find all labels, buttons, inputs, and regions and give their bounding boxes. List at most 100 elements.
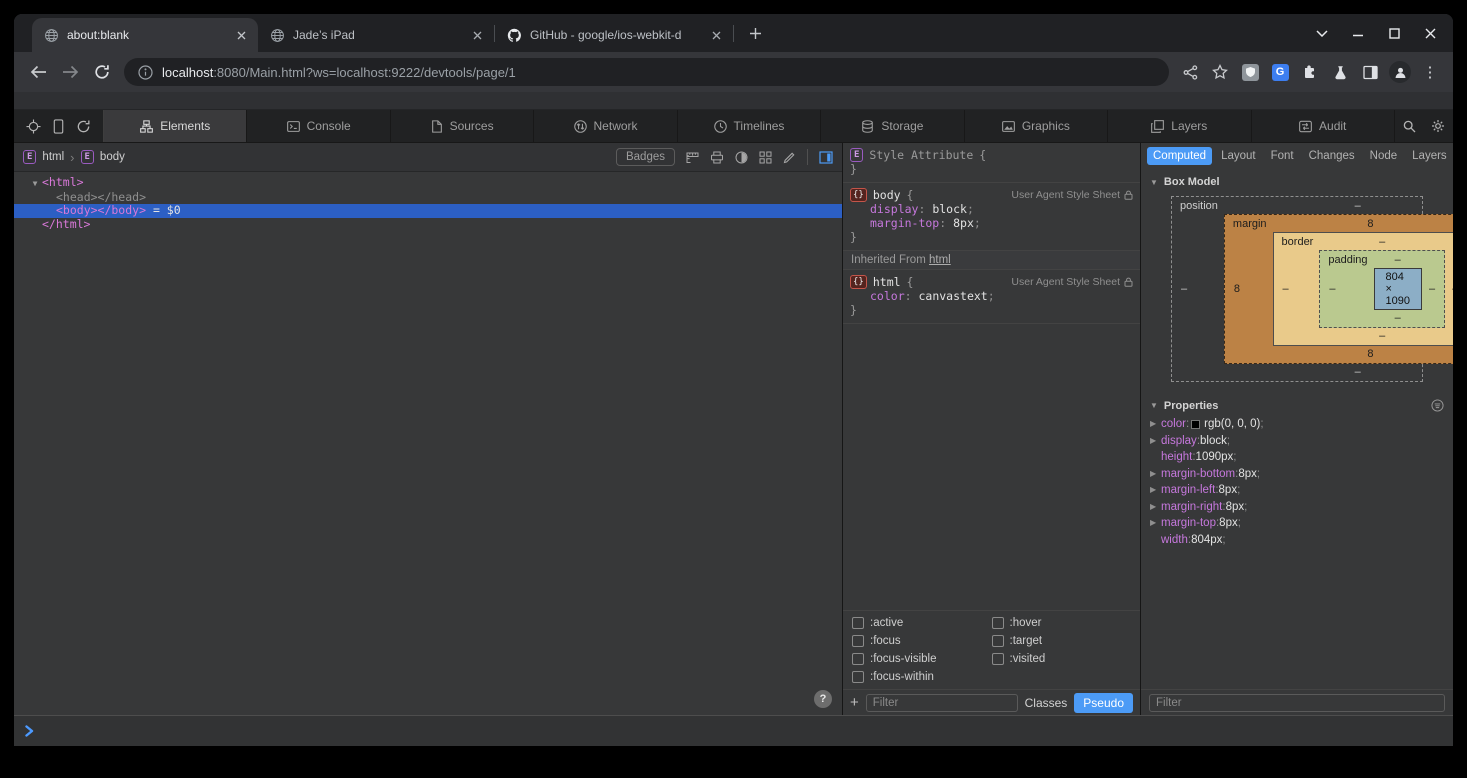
css-property[interactable]: margin-top: 8px;: [850, 216, 1133, 230]
dom-node-body[interactable]: <body></body> = $0: [14, 204, 842, 218]
padding-bottom[interactable]: –: [1374, 310, 1422, 326]
pseudo-focus-within[interactable]: :focus-within: [852, 671, 992, 683]
edit-pen-icon[interactable]: [783, 151, 796, 164]
print-icon[interactable]: [710, 151, 724, 164]
properties-header[interactable]: ▼ Properties: [1141, 392, 1453, 416]
site-info-icon[interactable]: [138, 65, 153, 80]
padding-right[interactable]: –: [1422, 281, 1442, 297]
tab-close-icon[interactable]: [468, 26, 486, 44]
new-tab-button[interactable]: [742, 20, 768, 46]
ruler-icon[interactable]: [686, 151, 699, 164]
inspect-element-icon[interactable]: [26, 119, 41, 134]
inherited-from-link[interactable]: html: [929, 254, 951, 266]
tab-search-chevron-icon[interactable]: [1311, 22, 1333, 44]
browser-tab-github[interactable]: GitHub - google/ios-webkit-d: [495, 18, 733, 52]
collapse-triangle-icon[interactable]: ▼: [28, 177, 42, 191]
pseudo-target[interactable]: :target: [992, 635, 1132, 647]
tab-changes[interactable]: Changes: [1303, 147, 1361, 165]
tab-font[interactable]: Font: [1265, 147, 1300, 165]
computed-filter-input[interactable]: [1149, 694, 1445, 712]
tab-computed[interactable]: Computed: [1147, 147, 1212, 165]
classes-toggle[interactable]: Classes: [1025, 696, 1068, 710]
computed-property[interactable]: ▶display: block;: [1141, 433, 1453, 450]
extension-puzzle-icon[interactable]: [1297, 59, 1323, 85]
grid-overlay-icon[interactable]: [759, 151, 772, 164]
box-model-header[interactable]: ▼ Box Model: [1141, 169, 1453, 192]
filter-options-icon[interactable]: [1431, 399, 1444, 412]
padding-top[interactable]: –: [1374, 252, 1422, 268]
pseudo-active[interactable]: :active: [852, 617, 992, 629]
html-rule[interactable]: {} html { User Agent Style Sheet color: …: [843, 270, 1140, 324]
profile-avatar[interactable]: [1387, 59, 1413, 85]
color-swatch[interactable]: [1191, 420, 1200, 429]
margin-top[interactable]: 8: [1273, 216, 1453, 232]
add-rule-button[interactable]: +: [850, 695, 859, 710]
tab-timelines[interactable]: Timelines: [678, 110, 821, 142]
extension-flask-icon[interactable]: [1327, 59, 1353, 85]
css-property[interactable]: display: block;: [850, 202, 1133, 216]
position-top[interactable]: –: [1224, 198, 1453, 214]
body-rule[interactable]: {} body { User Agent Style Sheet display…: [843, 183, 1140, 251]
pseudo-focus-visible[interactable]: :focus-visible: [852, 653, 992, 665]
border-right[interactable]: –: [1445, 281, 1453, 297]
pseudo-toggle[interactable]: Pseudo: [1074, 693, 1133, 713]
tab-node[interactable]: Node: [1364, 147, 1404, 165]
browser-tab-about-blank[interactable]: about:blank: [32, 18, 258, 52]
tab-audit[interactable]: Audit: [1252, 110, 1395, 142]
styles-filter-input[interactable]: [866, 694, 1018, 712]
computed-property[interactable]: ▶margin-right: 8px;: [1141, 499, 1453, 516]
pseudo-visited[interactable]: :visited: [992, 653, 1132, 665]
breadcrumb-body[interactable]: body: [100, 151, 125, 163]
tab-storage[interactable]: Storage: [821, 110, 964, 142]
browser-tab-jades-ipad[interactable]: Jade’s iPad: [258, 18, 494, 52]
search-icon[interactable]: [1395, 110, 1424, 142]
browser-menu-icon[interactable]: ⋮: [1417, 59, 1443, 85]
tab-layout[interactable]: Layout: [1215, 147, 1262, 165]
border-top[interactable]: –: [1319, 234, 1445, 250]
tab-close-icon[interactable]: [707, 26, 725, 44]
share-icon[interactable]: [1177, 59, 1203, 85]
margin-left[interactable]: 8: [1227, 281, 1273, 297]
position-bottom[interactable]: –: [1224, 364, 1453, 380]
close-icon[interactable]: [1419, 22, 1441, 44]
computed-property[interactable]: ▶margin-left: 8px;: [1141, 482, 1453, 499]
help-button[interactable]: ?: [814, 690, 832, 708]
computed-property[interactable]: width: 804px;: [1141, 532, 1453, 549]
breadcrumb-html[interactable]: html: [42, 151, 64, 163]
reload-page-icon[interactable]: [76, 119, 91, 134]
padding-left[interactable]: –: [1322, 281, 1373, 297]
position-left[interactable]: –: [1174, 281, 1224, 297]
back-icon[interactable]: [24, 58, 52, 86]
computed-property[interactable]: ▶margin-top: 8px;: [1141, 515, 1453, 532]
quick-console[interactable]: [14, 715, 1453, 746]
badges-button[interactable]: Badges: [616, 148, 675, 166]
border-bottom[interactable]: –: [1319, 328, 1445, 344]
style-attribute-rule[interactable]: E Style Attribute { }: [843, 143, 1140, 183]
tab-layers-sidebar[interactable]: Layers: [1406, 147, 1453, 165]
dom-node-html-open[interactable]: ▼<html>: [14, 176, 842, 191]
pseudo-focus[interactable]: :focus: [852, 635, 992, 647]
bookmark-star-icon[interactable]: [1207, 59, 1233, 85]
side-panel-icon[interactable]: [1357, 59, 1383, 85]
minimize-icon[interactable]: [1347, 22, 1369, 44]
device-settings-icon[interactable]: [53, 119, 64, 134]
tab-layers[interactable]: Layers: [1108, 110, 1251, 142]
reload-icon[interactable]: [88, 58, 116, 86]
maximize-icon[interactable]: [1383, 22, 1405, 44]
tab-console[interactable]: Console: [247, 110, 390, 142]
css-property[interactable]: color: canvastext;: [850, 289, 1133, 303]
forward-icon[interactable]: [56, 58, 84, 86]
pseudo-hover[interactable]: :hover: [992, 617, 1132, 629]
box-content-size[interactable]: 804 × 1090: [1374, 268, 1422, 310]
extension-translate-icon[interactable]: G: [1267, 59, 1293, 85]
margin-bottom[interactable]: 8: [1273, 346, 1453, 362]
tab-sources[interactable]: Sources: [391, 110, 534, 142]
computed-property[interactable]: ▶color: rgb(0, 0, 0);: [1141, 416, 1453, 433]
computed-property[interactable]: height: 1090px;: [1141, 449, 1453, 466]
address-bar[interactable]: localhost:8080/Main.html?ws=localhost:92…: [124, 58, 1169, 86]
dock-side-icon[interactable]: [819, 151, 833, 164]
tab-network[interactable]: Network: [534, 110, 677, 142]
border-left[interactable]: –: [1276, 281, 1320, 297]
appearance-contrast-icon[interactable]: [735, 151, 748, 164]
extension-shield-icon[interactable]: [1237, 59, 1263, 85]
